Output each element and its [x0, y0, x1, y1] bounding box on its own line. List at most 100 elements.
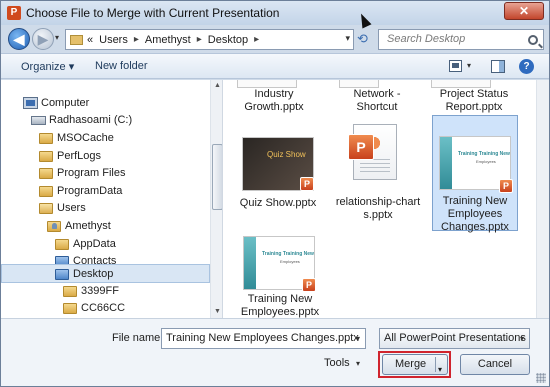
command-bar: Organize ▾ New folder ▾ ?: [1, 53, 549, 79]
file-name: Project Status: [439, 88, 509, 100]
close-button[interactable]: ✕: [504, 2, 544, 20]
folder-icon: [39, 151, 53, 162]
file-type-select[interactable]: All PowerPoint Presentations (*: [379, 328, 530, 349]
folder-icon: [39, 133, 53, 144]
file-name: Network -: [353, 88, 401, 100]
content-scrollbar[interactable]: [536, 80, 549, 318]
chevron-right-icon[interactable]: ▸: [134, 34, 139, 45]
tree-item-desktop[interactable]: Desktop: [1, 264, 210, 283]
file-item-project-status-report[interactable]: Project Status Report.pptx: [429, 88, 519, 114]
help-icon[interactable]: ?: [519, 59, 534, 74]
chevron-right-icon[interactable]: ▸: [197, 34, 202, 45]
powerpoint-icon: P: [348, 134, 374, 160]
forward-button[interactable]: ▶: [32, 28, 54, 50]
tree-item-users[interactable]: Users: [1, 199, 210, 218]
new-folder-button[interactable]: New folder: [95, 60, 148, 72]
tree-item-amethyst[interactable]: Amethyst: [1, 217, 210, 236]
file-name: Report.pptx: [445, 101, 503, 113]
search-input[interactable]: Search Desktop: [378, 29, 544, 50]
tree-scrollbar[interactable]: ▲ ▼: [210, 80, 222, 318]
tree-item-label: Users: [57, 202, 86, 214]
file-item-training-new-employees-changes[interactable]: Training Training New Employees P Traini…: [432, 115, 518, 233]
thumbnail-text: Training Training New: [458, 151, 510, 157]
chevron-down-icon[interactable]: ▾: [467, 61, 471, 70]
address-bar[interactable]: « Users ▸ Amethyst ▸ Desktop ▸ ▾: [65, 29, 354, 50]
file-name-input[interactable]: Training New Employees Changes.pptx: [161, 328, 366, 349]
folder-icon: [39, 168, 53, 179]
file-item-relationship-charts[interactable]: P relationship-chart s.pptx: [335, 122, 421, 222]
file-thumbnail[interactable]: [237, 80, 297, 88]
tools-button[interactable]: Tools: [324, 357, 350, 369]
recent-pages-dropdown[interactable]: ▾: [55, 33, 59, 42]
tree-item-label: Program Files: [57, 167, 126, 179]
breadcrumb-desktop[interactable]: Desktop: [208, 34, 248, 46]
shortcut-icon[interactable]: [339, 80, 379, 88]
powerpoint-icon: P: [7, 6, 21, 20]
file-name: Training New: [442, 195, 508, 207]
tree-item-drive-c[interactable]: Radhasoami (C:): [1, 111, 210, 130]
breadcrumb-users[interactable]: Users: [99, 34, 128, 46]
chevron-down-icon[interactable]: ▾: [356, 359, 360, 368]
tree-item-label: CC66CC: [81, 302, 126, 314]
scroll-down-icon[interactable]: ▼: [214, 308, 221, 315]
file-name: Employees.pptx: [240, 306, 320, 318]
breadcrumb-amethyst[interactable]: Amethyst: [145, 34, 191, 46]
chevron-down-icon[interactable]: ▾: [438, 360, 442, 379]
tree-item-label: Amethyst: [65, 220, 111, 232]
search-icon[interactable]: [528, 35, 538, 45]
powerpoint-icon: P: [499, 179, 513, 193]
chevron-down-icon[interactable]: ▾: [345, 33, 350, 44]
file-item-network-shortcut[interactable]: Network - Shortcut: [334, 88, 420, 114]
tree-item-cc66cc[interactable]: CC66CC: [1, 299, 210, 318]
file-item-training-new-employees[interactable]: Training Training New Employees P Traini…: [237, 236, 323, 318]
file-thumbnail[interactable]: [431, 80, 491, 88]
resize-grip-icon[interactable]: [536, 373, 546, 383]
address-row: ◀ ▶ ▾ « Users ▸ Amethyst ▸ Desktop ▸ ▾ ⟲…: [1, 25, 549, 53]
thumbnail-text: Employees: [476, 159, 496, 164]
file-name: Shortcut: [356, 101, 398, 113]
title-bar: P Choose File to Merge with Current Pres…: [1, 1, 549, 25]
file-list: Industry Growth.pptx Network - Shortcut …: [223, 80, 549, 318]
thumbnail-text: Training Training New: [262, 251, 314, 257]
window-title: Choose File to Merge with Current Presen…: [26, 6, 280, 20]
organize-button[interactable]: Organize ▾: [21, 60, 74, 73]
file-name: Growth.pptx: [244, 101, 304, 113]
folder-icon: [55, 239, 69, 250]
thumbnail-text: Employees: [280, 259, 300, 264]
computer-icon: [23, 97, 38, 109]
preview-pane-icon[interactable]: [491, 60, 505, 73]
cancel-button[interactable]: Cancel: [460, 354, 530, 375]
scroll-thumb[interactable]: [212, 144, 222, 210]
chevron-down-icon[interactable]: ▾: [520, 334, 545, 343]
views-icon[interactable]: [449, 60, 462, 72]
back-button[interactable]: ◀: [8, 28, 30, 50]
tree-item-label: MSOCache: [57, 132, 114, 144]
file-name-label: File name:: [112, 332, 164, 344]
file-name: Employees: [447, 208, 503, 220]
split-divider: [435, 357, 436, 372]
file-item-quiz-show[interactable]: Quiz Show P Quiz Show.pptx: [235, 135, 321, 211]
file-name: Training New: [247, 293, 313, 305]
folder-icon: [63, 303, 77, 314]
merge-button[interactable]: Merge ▾: [382, 354, 448, 375]
dialog-window: P Choose File to Merge with Current Pres…: [0, 0, 550, 387]
breadcrumb-overflow[interactable]: «: [87, 34, 93, 46]
folder-icon: [70, 34, 83, 45]
folder-icon: [63, 286, 77, 297]
folder-icon: [39, 186, 53, 197]
refresh-icon[interactable]: ⟲: [357, 31, 368, 47]
file-name: s.pptx: [363, 209, 393, 221]
scroll-up-icon[interactable]: ▲: [214, 82, 221, 89]
desktop-folder-icon: [55, 269, 69, 280]
chevron-right-icon[interactable]: ▸: [254, 34, 259, 45]
file-item-industry-growth[interactable]: Industry Growth.pptx: [231, 88, 317, 114]
tree-item-msocache[interactable]: MSOCache: [1, 129, 210, 148]
tree-item-program-files[interactable]: Program Files: [1, 164, 210, 183]
file-name: relationship-chart: [335, 196, 421, 208]
footer-panel: File name: Training New Employees Change…: [1, 318, 549, 386]
folder-icon: [39, 203, 53, 214]
file-name: Industry: [254, 88, 294, 100]
powerpoint-icon: P: [300, 177, 314, 191]
thumbnail-text: Quiz Show: [267, 150, 306, 159]
drive-icon: [31, 116, 46, 125]
